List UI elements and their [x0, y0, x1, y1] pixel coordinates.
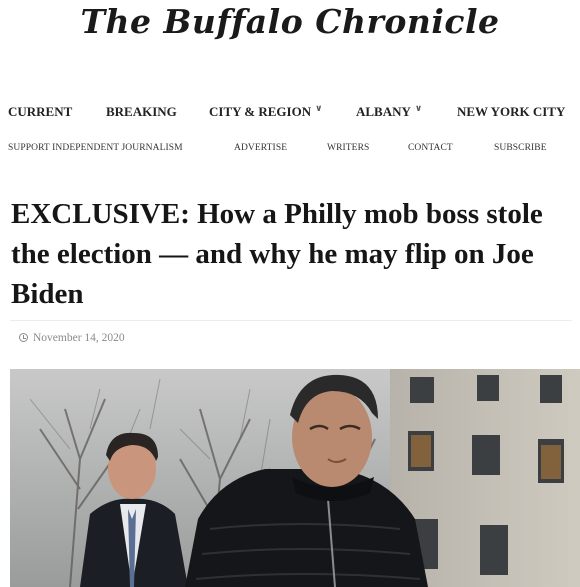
- subnav-advertise[interactable]: ADVERTISE: [234, 143, 287, 153]
- site-logo[interactable]: The Buffalo Chronicle: [80, 2, 499, 41]
- hero-photo-illustration: [10, 369, 580, 587]
- subnav-contact[interactable]: CONTACT: [408, 143, 453, 153]
- nav-albany[interactable]: ALBANY ∨: [356, 103, 422, 120]
- secondary-nav: SUPPORT INDEPENDENT JOURNALISM ADVERTISE…: [0, 143, 580, 159]
- nav-city-region-label: CITY & REGION: [209, 104, 312, 119]
- clock-icon: [19, 333, 28, 342]
- nav-city-region[interactable]: CITY & REGION ∨: [209, 103, 322, 120]
- subnav-writers[interactable]: WRITERS: [327, 143, 369, 153]
- publish-date: November 14, 2020: [19, 332, 125, 344]
- chevron-down-icon: ∨: [315, 103, 323, 113]
- publish-date-text: November 14, 2020: [33, 331, 125, 344]
- article-headline: EXCLUSIVE: How a Philly mob boss stole t…: [11, 198, 543, 310]
- article-hero-image: [10, 369, 580, 587]
- subnav-subscribe[interactable]: SUBSCRIBE: [494, 143, 547, 153]
- masthead: The Buffalo Chronicle: [0, 0, 580, 78]
- nav-new-york-city[interactable]: NEW YORK CITY: [457, 104, 565, 120]
- main-nav: CURRENT BREAKING CITY & REGION ∨ ALBANY ∨ …: [0, 103, 580, 124]
- nav-current[interactable]: CURRENT: [8, 104, 72, 120]
- subnav-support[interactable]: SUPPORT INDEPENDENT JOURNALISM: [8, 143, 183, 153]
- article-meta: November 14, 2020: [10, 320, 572, 354]
- nav-breaking[interactable]: BREAKING: [106, 104, 177, 120]
- nav-albany-label: ALBANY: [356, 104, 411, 119]
- chevron-down-icon: ∨: [414, 103, 423, 113]
